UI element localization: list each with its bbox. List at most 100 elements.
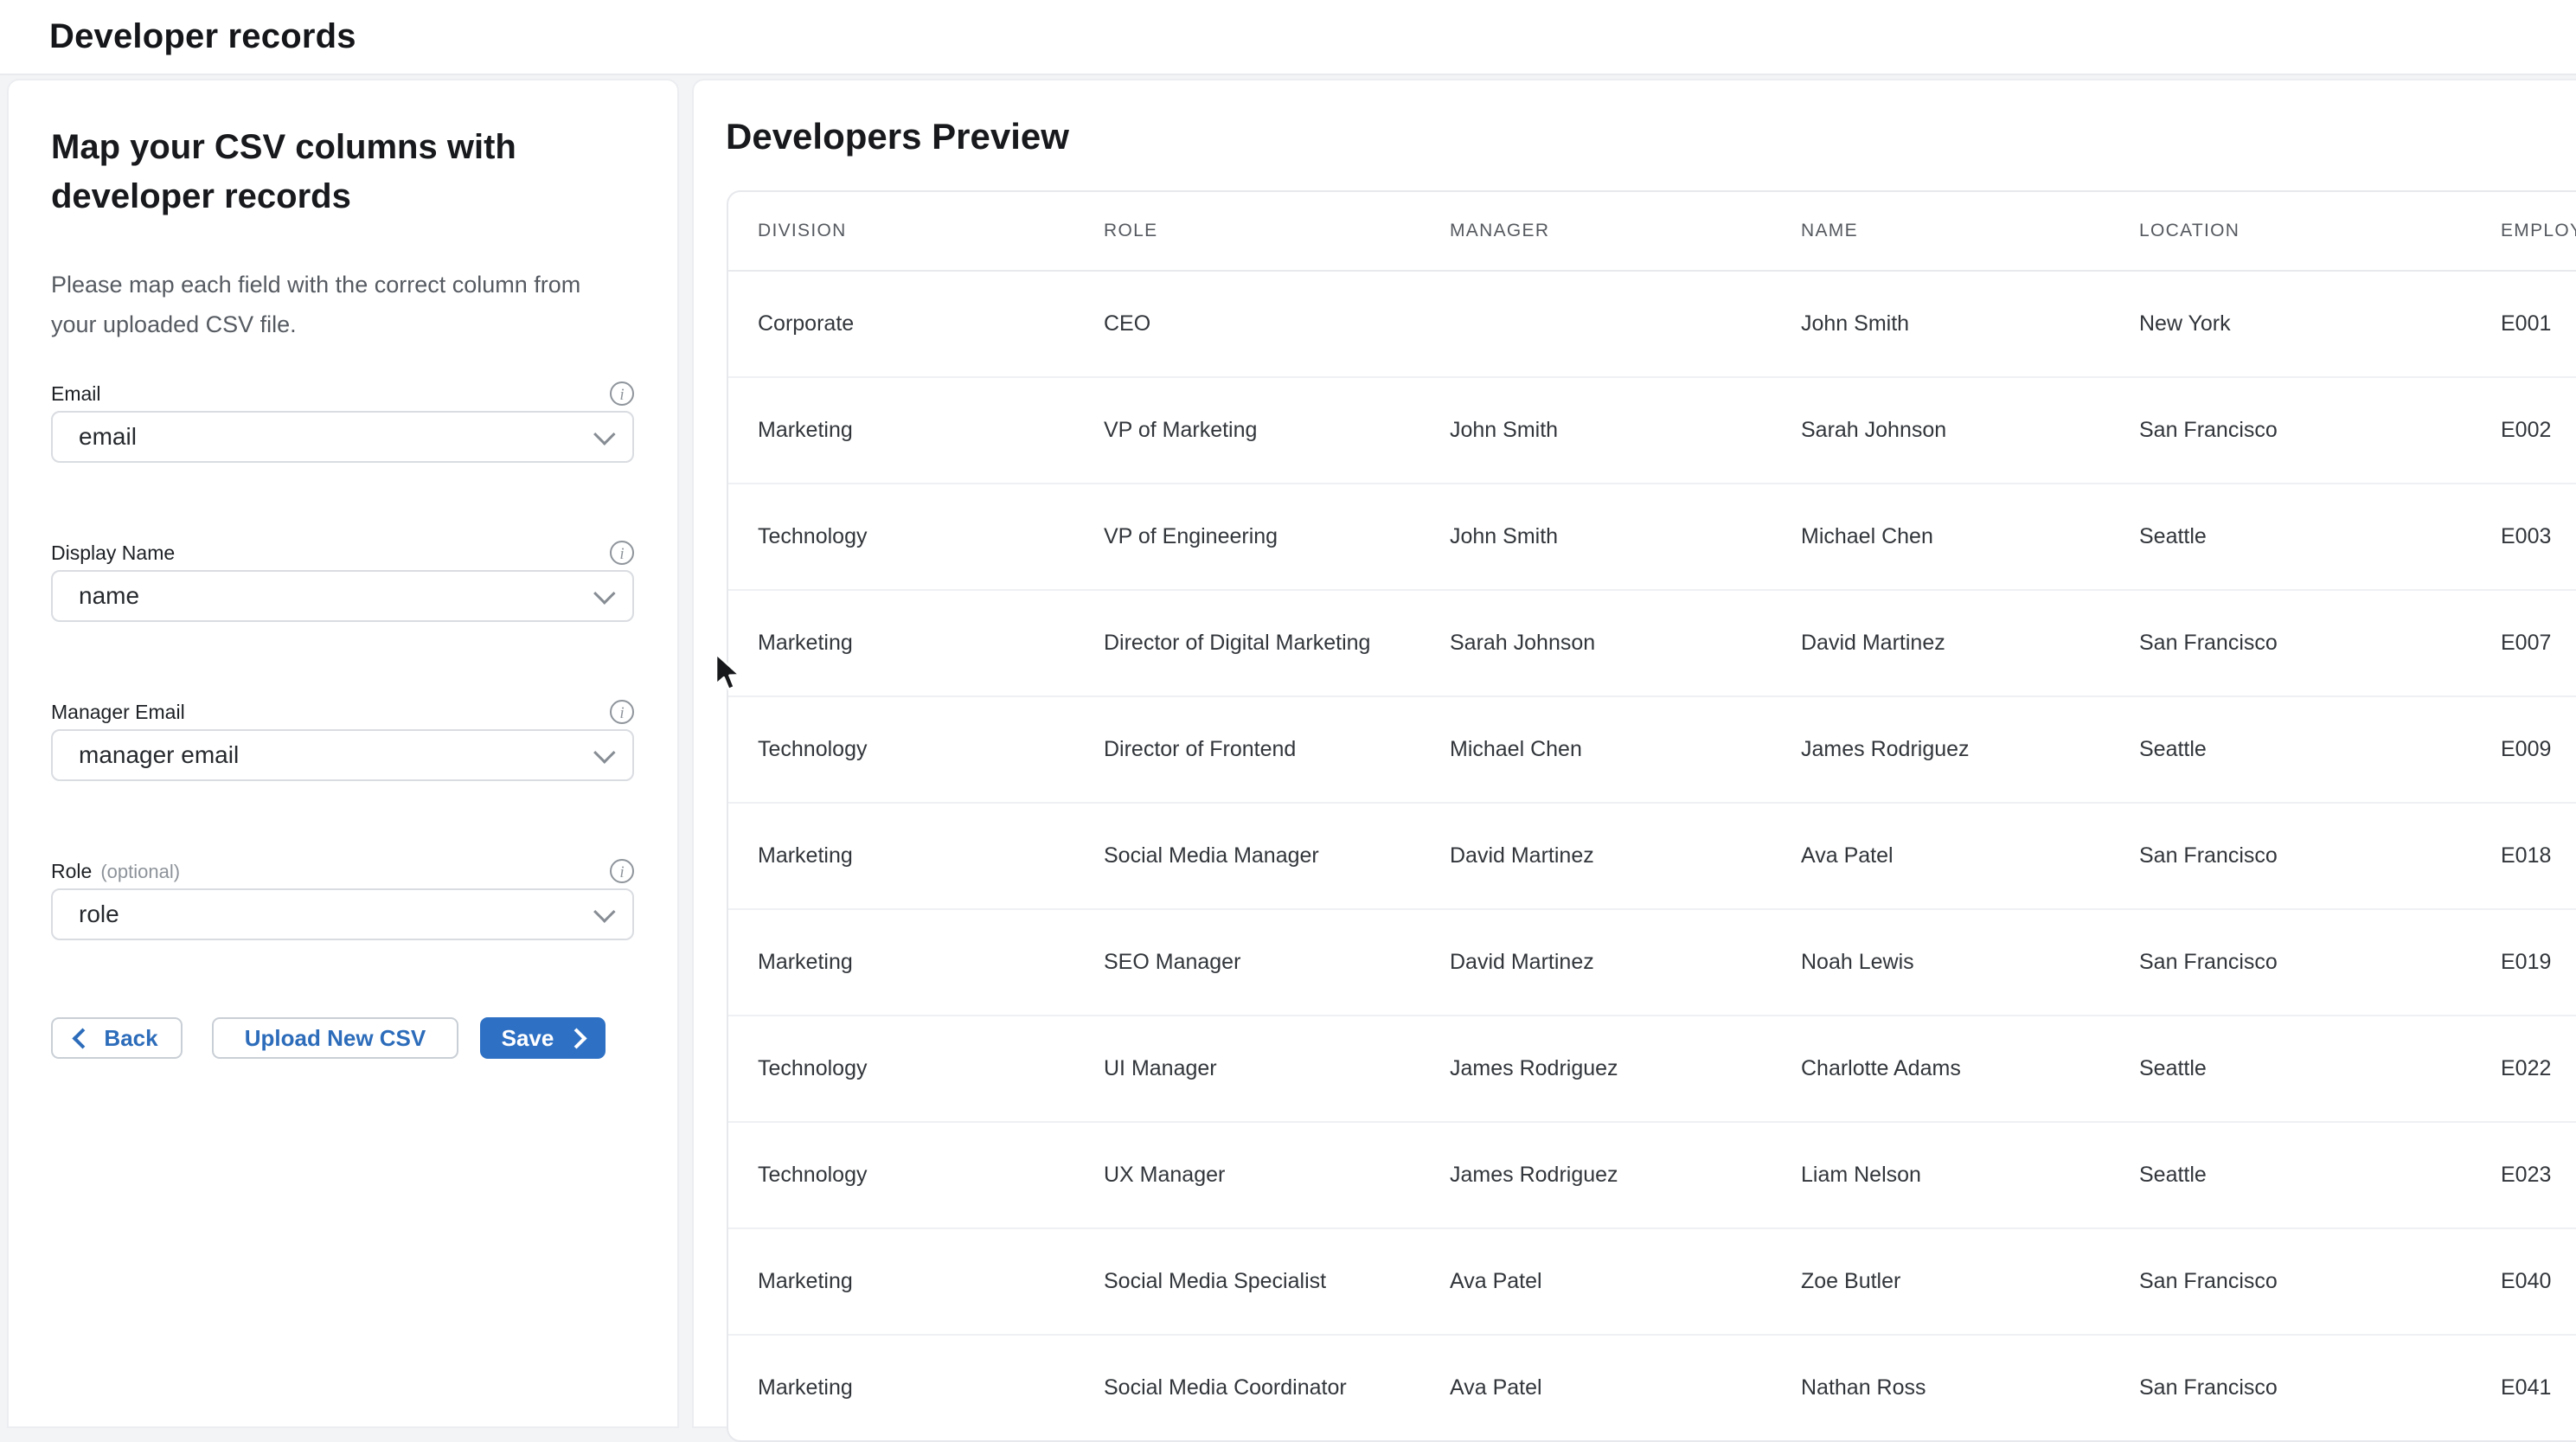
table-cell: E007 bbox=[2471, 590, 2576, 696]
mapping-actions: Back Upload New CSV Save bbox=[51, 1017, 677, 1059]
column-select-value: manager email bbox=[79, 741, 239, 769]
table-cell: Technology bbox=[728, 1016, 1074, 1122]
table-cell: Sarah Johnson bbox=[1772, 377, 2110, 484]
column-select-value: role bbox=[79, 900, 119, 928]
table-cell: Technology bbox=[728, 1122, 1074, 1228]
preview-table-card: DIVISIONROLEMANAGERNAMELOCATIONEMPLOYEE … bbox=[727, 190, 2576, 1442]
table-cell: Ava Patel bbox=[1772, 803, 2110, 909]
column-header: LOCATION bbox=[2110, 192, 2471, 271]
table-cell: Seattle bbox=[2110, 696, 2471, 803]
table-cell: Marketing bbox=[728, 909, 1074, 1016]
table-cell: Social Media Specialist bbox=[1074, 1228, 1420, 1335]
table-cell: Charlotte Adams bbox=[1772, 1016, 2110, 1122]
table-cell: David Martinez bbox=[1420, 803, 1772, 909]
table-cell: E018 bbox=[2471, 803, 2576, 909]
preview-heading: Developers Preview bbox=[726, 113, 1069, 160]
table-cell: Technology bbox=[728, 696, 1074, 803]
column-header: ROLE bbox=[1074, 192, 1420, 271]
table-cell: San Francisco bbox=[2110, 1335, 2471, 1440]
column-select-value: email bbox=[79, 423, 137, 451]
table-row: TechnologyDirector of FrontendMichael Ch… bbox=[728, 696, 2576, 803]
field-label: Display Name bbox=[51, 542, 175, 565]
chevron-down-icon bbox=[593, 582, 615, 604]
chevron-right-icon bbox=[567, 1028, 587, 1048]
table-cell: Technology bbox=[728, 484, 1074, 590]
table-cell: Michael Chen bbox=[1772, 484, 2110, 590]
column-select[interactable]: role bbox=[51, 888, 634, 940]
table-cell: E009 bbox=[2471, 696, 2576, 803]
column-header: EMPLOYEE ID bbox=[2471, 192, 2576, 271]
table-cell: David Martinez bbox=[1420, 909, 1772, 1016]
column-select[interactable]: email bbox=[51, 411, 634, 463]
top-bar: Developer records bbox=[0, 0, 2576, 75]
column-header: NAME bbox=[1772, 192, 2110, 271]
table-row: MarketingDirector of Digital MarketingSa… bbox=[728, 590, 2576, 696]
mapping-panel-title: Map your CSV columns with developer reco… bbox=[51, 123, 553, 221]
table-cell: James Rodriguez bbox=[1420, 1016, 1772, 1122]
developers-preview-panel: Developers Preview DIVISIONROLEMANAGERNA… bbox=[692, 79, 2576, 1428]
table-header-row: DIVISIONROLEMANAGERNAMELOCATIONEMPLOYEE … bbox=[728, 192, 2576, 271]
table-cell: Marketing bbox=[728, 590, 1074, 696]
chevron-down-icon bbox=[593, 900, 615, 922]
column-header: DIVISION bbox=[728, 192, 1074, 271]
column-header: MANAGER bbox=[1420, 192, 1772, 271]
table-cell: San Francisco bbox=[2110, 909, 2471, 1016]
info-icon[interactable]: i bbox=[610, 859, 634, 883]
table-cell: UI Manager bbox=[1074, 1016, 1420, 1122]
table-cell: E002 bbox=[2471, 377, 2576, 484]
back-button[interactable]: Back bbox=[51, 1017, 183, 1059]
mapping-field-group: Manager Email i manager email bbox=[51, 699, 634, 781]
field-label: Email bbox=[51, 382, 101, 406]
info-icon[interactable]: i bbox=[610, 381, 634, 406]
table-cell: San Francisco bbox=[2110, 377, 2471, 484]
table-cell: Social Media Manager bbox=[1074, 803, 1420, 909]
table-row: MarketingSocial Media ManagerDavid Marti… bbox=[728, 803, 2576, 909]
table-cell: E001 bbox=[2471, 271, 2576, 377]
table-cell: Seattle bbox=[2110, 1122, 2471, 1228]
column-select[interactable]: manager email bbox=[51, 729, 634, 781]
table-cell: Marketing bbox=[728, 1335, 1074, 1440]
column-select[interactable]: name bbox=[51, 570, 634, 622]
upload-new-csv-label: Upload New CSV bbox=[245, 1025, 426, 1052]
table-cell: David Martinez bbox=[1772, 590, 2110, 696]
table-cell: E041 bbox=[2471, 1335, 2576, 1440]
field-optional-label: (optional) bbox=[100, 861, 180, 883]
back-button-label: Back bbox=[104, 1025, 157, 1052]
table-cell: E019 bbox=[2471, 909, 2576, 1016]
table-cell: James Rodriguez bbox=[1420, 1122, 1772, 1228]
table-cell: VP of Marketing bbox=[1074, 377, 1420, 484]
page-title: Developer records bbox=[49, 17, 356, 56]
table-cell: E003 bbox=[2471, 484, 2576, 590]
mapping-panel-description: Please map each field with the correct c… bbox=[51, 265, 605, 344]
info-icon[interactable]: i bbox=[610, 700, 634, 724]
table-cell: UX Manager bbox=[1074, 1122, 1420, 1228]
upload-new-csv-button[interactable]: Upload New CSV bbox=[212, 1017, 458, 1059]
table-row: MarketingSocial Media SpecialistAva Pate… bbox=[728, 1228, 2576, 1335]
table-row: MarketingSocial Media CoordinatorAva Pat… bbox=[728, 1335, 2576, 1440]
table-cell: Director of Frontend bbox=[1074, 696, 1420, 803]
info-icon[interactable]: i bbox=[610, 541, 634, 565]
table-row: CorporateCEOJohn SmithNew YorkE001 bbox=[728, 271, 2576, 377]
table-cell bbox=[1420, 271, 1772, 377]
table-cell: Social Media Coordinator bbox=[1074, 1335, 1420, 1440]
csv-mapping-panel: Map your CSV columns with developer reco… bbox=[7, 79, 679, 1428]
table-row: MarketingSEO ManagerDavid MartinezNoah L… bbox=[728, 909, 2576, 1016]
table-cell: John Smith bbox=[1420, 377, 1772, 484]
save-button[interactable]: Save bbox=[480, 1017, 606, 1059]
table-cell: Sarah Johnson bbox=[1420, 590, 1772, 696]
table-body: CorporateCEOJohn SmithNew YorkE001 Market… bbox=[728, 271, 2576, 1440]
table-cell: Nathan Ross bbox=[1772, 1335, 2110, 1440]
table-cell: New York bbox=[2110, 271, 2471, 377]
table-cell: Michael Chen bbox=[1420, 696, 1772, 803]
table-cell: Zoe Butler bbox=[1772, 1228, 2110, 1335]
table-cell: Ava Patel bbox=[1420, 1228, 1772, 1335]
table-cell: E023 bbox=[2471, 1122, 2576, 1228]
table-cell: Seattle bbox=[2110, 1016, 2471, 1122]
table-cell: SEO Manager bbox=[1074, 909, 1420, 1016]
table-cell: Ava Patel bbox=[1420, 1335, 1772, 1440]
table-cell: CEO bbox=[1074, 271, 1420, 377]
table-cell: E022 bbox=[2471, 1016, 2576, 1122]
field-list: Email i email Display Name i name Manage… bbox=[51, 381, 634, 940]
table-cell: Marketing bbox=[728, 1228, 1074, 1335]
mapping-field-group: Email i email bbox=[51, 381, 634, 463]
